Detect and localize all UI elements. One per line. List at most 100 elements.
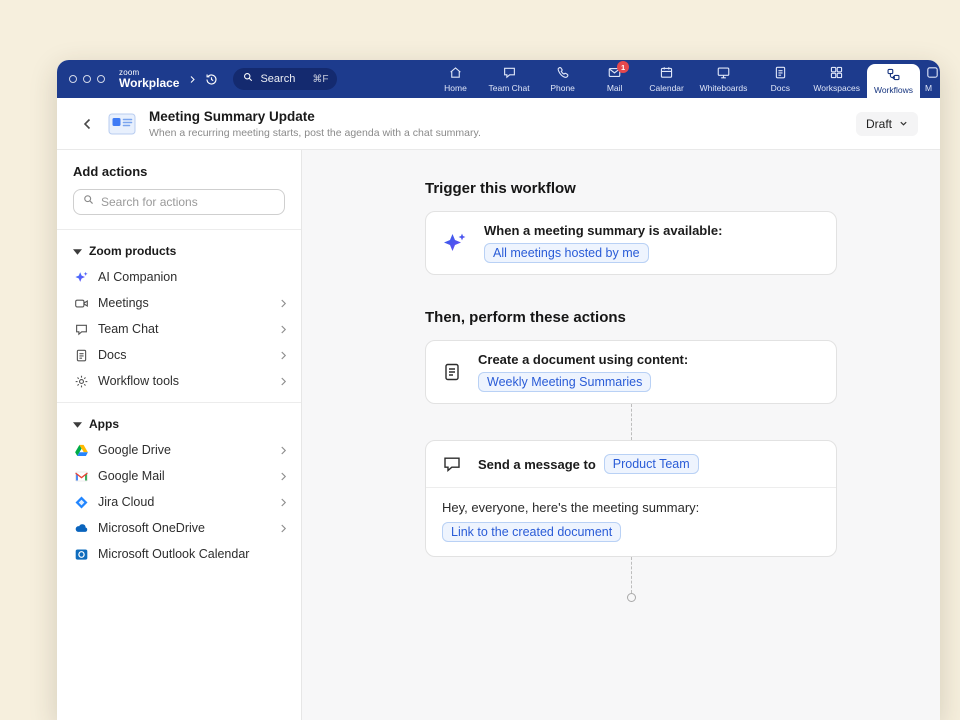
mail-icon: 1 xyxy=(607,65,622,80)
recipient-pill[interactable]: Product Team xyxy=(604,454,699,474)
trigger-heading: Trigger this workflow xyxy=(425,180,837,197)
actions-sidebar: Add actions Zoom products xyxy=(57,150,302,720)
zoom-products-section: Zoom products AI Companion Meetings Team… xyxy=(57,230,301,402)
chevron-right-icon xyxy=(280,376,287,387)
apps-section-header[interactable]: Apps xyxy=(57,412,301,437)
sidebar-item-microsoft-outlook-calendar[interactable]: Microsoft Outlook Calendar xyxy=(57,541,301,567)
sidebar-item-microsoft-onedrive[interactable]: Microsoft OneDrive xyxy=(57,515,301,541)
nav-item-label: Home xyxy=(444,83,467,93)
sidebar-item-label: Workflow tools xyxy=(98,374,271,388)
create-document-card[interactable]: Create a document using content: Weekly … xyxy=(425,340,837,404)
calendar-icon xyxy=(659,65,674,80)
sidebar-item-label: Meetings xyxy=(98,296,271,310)
sidebar-item-meetings[interactable]: Meetings xyxy=(57,290,301,316)
chevron-right-icon xyxy=(280,350,287,361)
chevron-right-icon xyxy=(280,497,287,508)
chevron-right-icon[interactable] xyxy=(188,75,197,84)
ai-companion-icon xyxy=(73,269,89,285)
nav-item-home[interactable]: Home xyxy=(430,60,482,98)
apps-section: Apps Google Drive Google Mail Jira Cloud xyxy=(57,403,301,575)
docs-icon xyxy=(773,65,788,80)
nav-item-label: Team Chat xyxy=(489,83,530,93)
nav-item-more-clipped[interactable]: M xyxy=(920,60,940,98)
google-drive-icon xyxy=(73,442,89,458)
send-message-text: Send a message to xyxy=(478,457,596,472)
outlook-calendar-icon xyxy=(73,546,89,562)
actions-search-input[interactable] xyxy=(101,195,276,209)
sidebar-item-docs[interactable]: Docs xyxy=(57,342,301,368)
phone-icon xyxy=(555,65,570,80)
search-label: Search xyxy=(260,73,306,85)
nav-item-workflows[interactable]: Workflows xyxy=(867,64,920,98)
home-icon xyxy=(448,65,463,80)
actions-search-box[interactable] xyxy=(73,189,285,215)
sidebar-item-label: Microsoft Outlook Calendar xyxy=(98,547,287,561)
sidebar-item-google-drive[interactable]: Google Drive xyxy=(57,437,301,463)
sidebar-item-label: AI Companion xyxy=(98,270,287,284)
document-icon xyxy=(442,362,462,382)
trigger-card[interactable]: When a meeting summary is available: All… xyxy=(425,211,837,275)
sidebar-title: Add actions xyxy=(73,164,285,179)
nav-item-whiteboards[interactable]: Whiteboards xyxy=(693,60,755,98)
sidebar-item-label: Google Drive xyxy=(98,443,271,457)
nav-item-phone[interactable]: Phone xyxy=(537,60,589,98)
workflow-header: Meeting Summary Update When a recurring … xyxy=(57,98,940,150)
section-label: Apps xyxy=(89,417,119,431)
chevron-right-icon xyxy=(280,523,287,534)
sidebar-item-jira-cloud[interactable]: Jira Cloud xyxy=(57,489,301,515)
nav-item-label: Workflows xyxy=(874,85,913,95)
search-icon xyxy=(82,193,95,211)
mail-unread-badge: 1 xyxy=(617,61,629,73)
ai-sparkle-icon xyxy=(442,230,468,256)
workflow-thumbnail-icon xyxy=(108,112,136,136)
sidebar-item-label: Team Chat xyxy=(98,322,271,336)
send-message-card[interactable]: Send a message to Product Team Hey, ever… xyxy=(425,440,837,557)
top-nav-items: Home Team Chat Phone 1 Mail Calendar xyxy=(430,60,940,98)
nav-item-label: Phone xyxy=(550,83,575,93)
draft-status-dropdown[interactable]: Draft xyxy=(856,112,918,136)
window-close-button[interactable] xyxy=(69,75,77,83)
logo-workplace-text: Workplace xyxy=(119,77,179,90)
workflow-subtitle: When a recurring meeting starts, post th… xyxy=(149,127,481,139)
top-nav: zoom Workplace Search ⌘F Home xyxy=(57,60,940,98)
nav-item-calendar[interactable]: Calendar xyxy=(641,60,693,98)
trigger-scope-pill[interactable]: All meetings hosted by me xyxy=(484,243,649,263)
nav-item-workspaces[interactable]: Workspaces xyxy=(806,60,867,98)
search-icon xyxy=(242,70,254,88)
workflows-icon xyxy=(886,67,901,82)
message-body-text: Hey, everyone, here's the meeting summar… xyxy=(442,500,820,515)
nav-item-mail[interactable]: 1 Mail xyxy=(589,60,641,98)
sidebar-item-team-chat[interactable]: Team Chat xyxy=(57,316,301,342)
workflow-title-block: Meeting Summary Update When a recurring … xyxy=(149,109,481,139)
workflow-canvas: Trigger this workflow When a meeting sum… xyxy=(302,150,940,720)
create-document-text: Create a document using content: xyxy=(478,352,688,367)
sidebar-item-ai-companion[interactable]: AI Companion xyxy=(57,264,301,290)
draft-label: Draft xyxy=(866,117,892,131)
history-icon[interactable] xyxy=(204,72,219,87)
window-controls[interactable] xyxy=(69,75,105,83)
trigger-text: When a meeting summary is available: xyxy=(484,223,722,238)
search-shortcut: ⌘F xyxy=(312,74,328,85)
actions-heading: Then, perform these actions xyxy=(425,309,837,326)
docs-icon xyxy=(73,347,89,363)
sidebar-item-google-mail[interactable]: Google Mail xyxy=(57,463,301,489)
window-minimize-button[interactable] xyxy=(83,75,91,83)
back-button[interactable] xyxy=(81,117,95,131)
flow-end-node[interactable] xyxy=(627,593,636,602)
section-label: Zoom products xyxy=(89,244,176,258)
chevron-right-icon xyxy=(280,324,287,335)
sidebar-item-label: Docs xyxy=(98,348,271,362)
chevron-right-icon xyxy=(280,445,287,456)
sidebar-item-workflow-tools[interactable]: Workflow tools xyxy=(57,368,301,394)
global-search[interactable]: Search ⌘F xyxy=(233,68,337,90)
whiteboard-icon xyxy=(716,65,731,80)
window-maximize-button[interactable] xyxy=(97,75,105,83)
nav-item-docs[interactable]: Docs xyxy=(754,60,806,98)
document-content-pill[interactable]: Weekly Meeting Summaries xyxy=(478,372,651,392)
document-link-pill[interactable]: Link to the created document xyxy=(442,522,621,542)
zoom-products-section-header[interactable]: Zoom products xyxy=(57,239,301,264)
gear-icon xyxy=(73,373,89,389)
nav-item-team-chat[interactable]: Team Chat xyxy=(482,60,537,98)
sidebar-item-label: Microsoft OneDrive xyxy=(98,521,271,535)
nav-item-label: Calendar xyxy=(649,83,684,93)
